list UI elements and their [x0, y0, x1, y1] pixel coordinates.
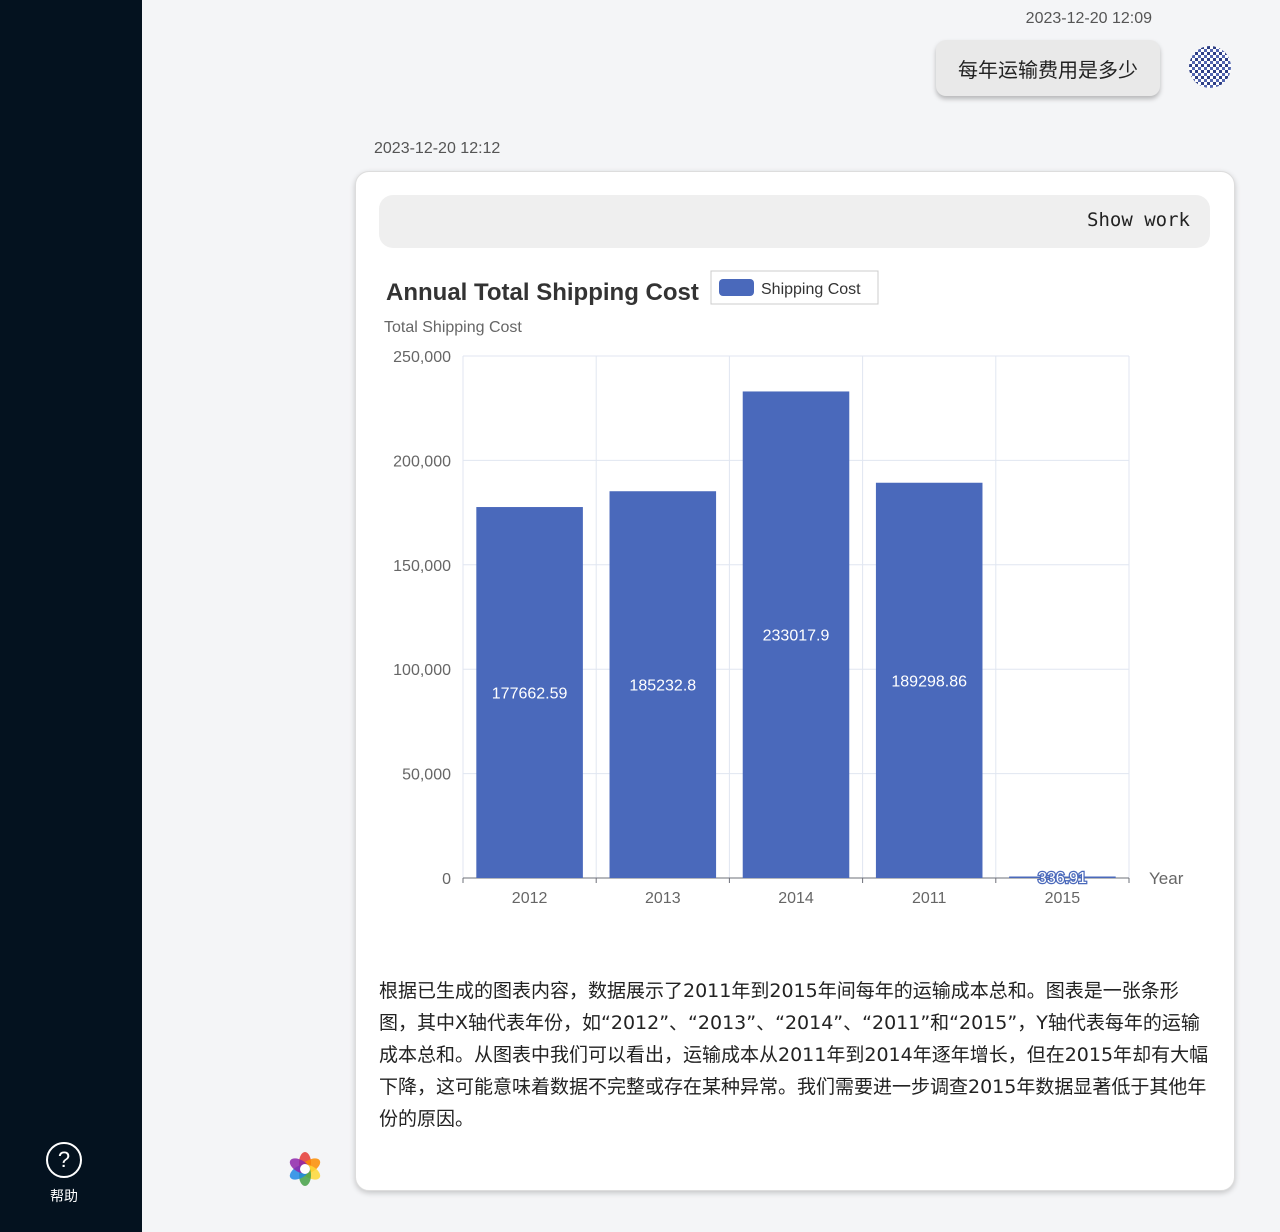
- bot-message-timestamp: 2023-12-20 12:12: [374, 140, 501, 157]
- summary-text: 根据已生成的图表内容，数据展示了2011年到2015年间每年的运输成本总和。图表…: [379, 980, 1209, 1130]
- y-axis-label: Total Shipping Cost: [384, 319, 522, 336]
- help-label: 帮助: [50, 1189, 78, 1205]
- x-axis-label: Year: [1149, 869, 1184, 888]
- x-tick-label: 2012: [512, 890, 548, 907]
- user-avatar: [1189, 46, 1231, 88]
- bot-avatar-icon: [289, 1152, 321, 1186]
- bar-chart: Annual Total Shipping Cost Shipping Cost T…: [384, 270, 1184, 907]
- x-tick-label: 2011: [912, 890, 947, 907]
- bar-data-label: 336.91: [1038, 870, 1087, 887]
- x-tick-label: 2015: [1045, 890, 1081, 907]
- y-tick-label: 0: [442, 871, 451, 888]
- bar-data-label: 233017.9: [763, 628, 830, 645]
- bar-data-label: 185232.8: [629, 678, 696, 695]
- show-work-bar: Show work: [379, 195, 1210, 248]
- x-tick-label: 2013: [645, 890, 681, 907]
- user-message-bubble: 每年运输费用是多少: [936, 40, 1160, 96]
- sidebar: ? 帮助: [0, 0, 142, 1232]
- y-tick-label: 150,000: [393, 558, 451, 575]
- bar-data-label: 189298.86: [891, 673, 967, 690]
- y-tick-label: 200,000: [393, 453, 451, 470]
- help-button[interactable]: ? 帮助: [0, 1142, 128, 1206]
- legend-swatch: [719, 279, 754, 296]
- bot-message-card: Show work Annual Total Shipping Cost Ship…: [355, 171, 1235, 1191]
- y-tick-label: 50,000: [402, 767, 451, 784]
- user-message-timestamp: 2023-12-20 12:09: [1025, 10, 1152, 27]
- y-tick-label: 250,000: [393, 349, 451, 366]
- legend-label: Shipping Cost: [761, 281, 861, 298]
- y-tick-label: 100,000: [393, 662, 451, 679]
- show-work-button[interactable]: Show work: [1087, 209, 1190, 231]
- user-message-text: 每年运输费用是多少: [958, 57, 1138, 82]
- chart-title: Annual Total Shipping Cost: [386, 279, 699, 306]
- help-icon: ?: [46, 1142, 82, 1178]
- bar-data-label: 177662.59: [492, 686, 568, 703]
- x-tick-label: 2014: [778, 890, 814, 907]
